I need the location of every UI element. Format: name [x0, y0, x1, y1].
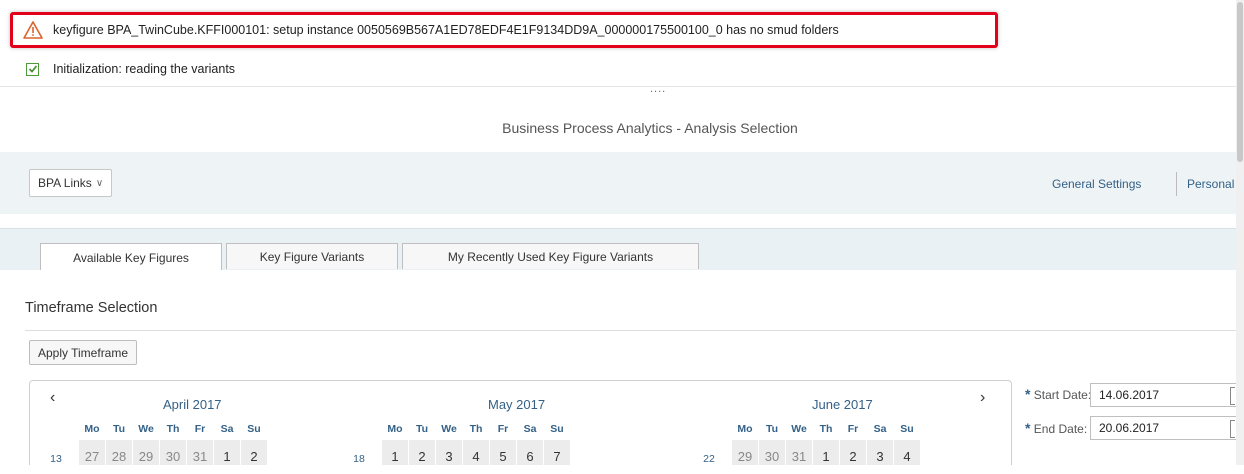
vertical-scrollbar[interactable]	[1236, 0, 1244, 465]
end-date-label-text: End Date:	[1033, 422, 1088, 436]
calendar-day[interactable]: 27	[79, 440, 105, 465]
day-header: We	[441, 423, 457, 435]
error-message-text: keyfigure BPA_TwinCube.KFFI000101: setup…	[53, 23, 839, 37]
calendar-day[interactable]: 3	[867, 440, 893, 465]
calendar-day[interactable]: 29	[133, 440, 159, 465]
calendar-prev-button[interactable]: ‹	[50, 389, 55, 407]
chevron-down-icon: ∨	[95, 177, 104, 189]
day-header: Su	[550, 423, 564, 435]
general-settings-link[interactable]: General Settings	[1052, 177, 1141, 191]
spacer	[0, 214, 1236, 228]
day-header: Mo	[84, 423, 100, 435]
day-header: Su	[247, 423, 261, 435]
week-number: 22	[703, 453, 715, 465]
day-header: We	[138, 423, 154, 435]
week-number: 13	[50, 453, 62, 465]
timeframe-title: Timeframe Selection	[25, 300, 158, 316]
calendar-next-button[interactable]: ›	[980, 389, 985, 407]
tab-recent-key-figure-variants[interactable]: My Recently Used Key Figure Variants	[402, 243, 699, 269]
calendar-day[interactable]: 1	[813, 440, 839, 465]
start-date-picker-button[interactable]	[1230, 387, 1235, 405]
day-header: Sa	[220, 423, 234, 435]
message-divider	[0, 86, 1236, 87]
calendar-day[interactable]: 2	[409, 440, 435, 465]
checkmark-icon	[26, 62, 39, 76]
bpa-links-dropdown[interactable]: BPA Links ∨	[29, 169, 113, 197]
calendar-day[interactable]: 29	[732, 440, 758, 465]
link-divider	[1176, 172, 1177, 196]
tab-key-figure-variants[interactable]: Key Figure Variants	[226, 243, 398, 269]
end-date-label: * End Date:	[1025, 420, 1087, 436]
day-header: Mo	[387, 423, 403, 435]
required-star: *	[1025, 420, 1031, 436]
day-header: Th	[166, 423, 180, 435]
day-header: Fr	[497, 423, 509, 435]
start-date-label: * Start Date:	[1025, 386, 1091, 402]
calendar-day[interactable]: 6	[517, 440, 543, 465]
day-header: Mo	[737, 423, 753, 435]
day-header: Tu	[112, 423, 126, 435]
apply-timeframe-button[interactable]: Apply Timeframe	[29, 340, 138, 365]
day-header: Tu	[415, 423, 429, 435]
message-area: keyfigure BPA_TwinCube.KFFI000101: setup…	[0, 0, 1236, 99]
day-header: Sa	[523, 423, 537, 435]
day-header: We	[791, 423, 807, 435]
info-message-text: Initialization: reading the variants	[53, 62, 236, 76]
error-message: keyfigure BPA_TwinCube.KFFI000101: setup…	[10, 12, 998, 48]
personalize-link[interactable]: Personal	[1187, 177, 1234, 191]
day-header: Su	[900, 423, 914, 435]
calendar-day[interactable]: 4	[463, 440, 489, 465]
calendar-day[interactable]: 3	[436, 440, 462, 465]
calendar-day[interactable]: 1	[214, 440, 240, 465]
calendar-day[interactable]: 5	[490, 440, 516, 465]
calendar-day[interactable]: 31	[786, 440, 812, 465]
timeframe-divider	[25, 330, 1236, 331]
calendar-day[interactable]: 2	[241, 440, 267, 465]
warning-icon	[23, 21, 43, 39]
end-date-picker-button[interactable]	[1230, 420, 1235, 438]
calendar-day[interactable]: 30	[759, 440, 785, 465]
calendar-day[interactable]: 1	[382, 440, 408, 465]
month-title: May 2017	[488, 397, 546, 412]
required-star: *	[1025, 386, 1031, 402]
day-header: Sa	[873, 423, 887, 435]
day-header: Fr	[847, 423, 859, 435]
calendar-day[interactable]: 31	[187, 440, 213, 465]
day-header: Fr	[194, 423, 206, 435]
splitter-handle[interactable]: ....	[650, 83, 666, 95]
end-date-input[interactable]	[1090, 416, 1240, 440]
start-date-input[interactable]	[1090, 383, 1240, 407]
bpa-links-label: BPA Links	[38, 176, 92, 190]
calendar-day[interactable]: 2	[840, 440, 866, 465]
scrollbar-thumb[interactable]	[1237, 2, 1243, 162]
calendar-day[interactable]: 7	[544, 440, 570, 465]
info-message: Initialization: reading the variants	[26, 62, 235, 76]
link-bar	[0, 152, 1236, 214]
calendar-day[interactable]: 30	[160, 440, 186, 465]
month-title: April 2017	[163, 397, 222, 412]
calendar-day[interactable]: 4	[894, 440, 920, 465]
page-title: Business Process Analytics - Analysis Se…	[502, 120, 798, 136]
calendar-day[interactable]: 28	[106, 440, 132, 465]
day-header: Th	[469, 423, 483, 435]
day-header: Th	[819, 423, 833, 435]
month-title: June 2017	[812, 397, 873, 412]
tab-available-key-figures[interactable]: Available Key Figures	[40, 243, 222, 271]
start-date-label-text: Start Date:	[1033, 388, 1092, 402]
week-number: 18	[353, 453, 365, 465]
day-header: Tu	[765, 423, 779, 435]
